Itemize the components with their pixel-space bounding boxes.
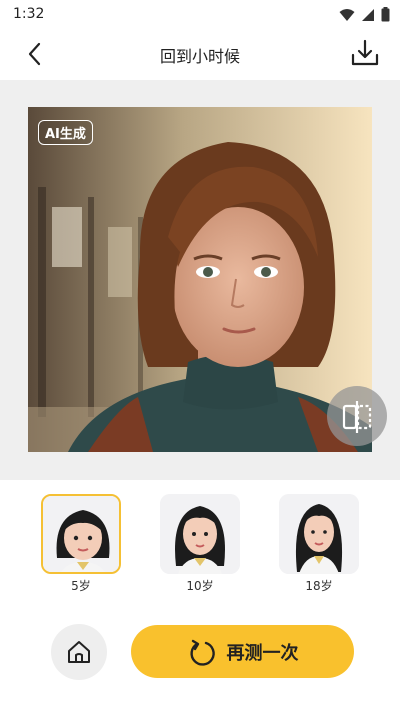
wifi-icon [339,8,355,21]
age-label: 5岁 [71,579,91,593]
age-option-18[interactable]: 18岁 [277,494,361,594]
retest-button[interactable]: 再测一次 [131,625,354,678]
age-label: 18岁 [305,579,333,593]
ai-generated-badge: AI生成 [38,120,93,145]
age-thumbnail [41,494,121,574]
generated-photo: AI生成 [28,107,372,452]
home-button[interactable] [51,624,107,680]
refresh-icon [189,639,215,666]
age-option-10[interactable]: 10岁 [158,494,242,594]
child-portrait-18 [279,494,359,574]
age-label: 10岁 [186,579,214,593]
age-option-list: 5岁 10岁 18岁 [0,490,400,600]
child-portrait-10 [160,494,240,574]
compare-icon [342,401,372,433]
download-icon[interactable] [350,38,380,68]
retest-label: 再测一次 [226,642,299,664]
compare-button[interactable] [327,386,387,446]
battery-icon [381,7,390,22]
signal-icon [362,8,374,21]
status-bar: 1:32 [0,0,400,30]
status-time: 1:32 [13,6,45,22]
child-portrait-5 [43,496,119,572]
age-thumbnail [279,494,359,574]
header: 回到小时候 [0,30,400,78]
home-icon [68,641,90,663]
page-title: 回到小时候 [159,47,240,66]
age-option-5[interactable]: 5岁 [39,494,123,594]
portrait-illustration [28,107,372,452]
age-thumbnail [160,494,240,574]
preview-panel: AI生成 [0,80,400,480]
status-icons [339,7,390,22]
